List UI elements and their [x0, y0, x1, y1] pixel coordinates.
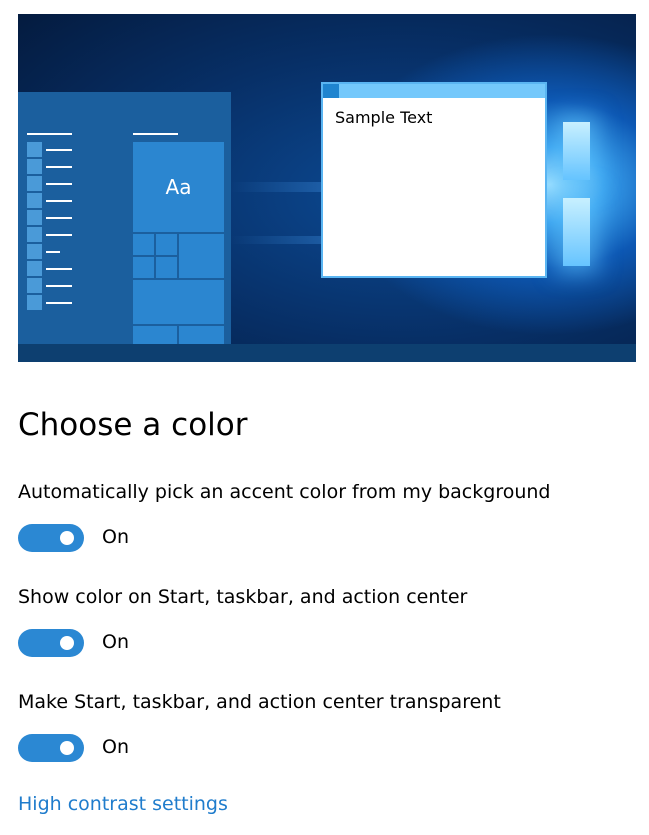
show-color-state: On: [102, 631, 129, 653]
sample-window-titlebar: [323, 84, 545, 98]
sample-text: Sample Text: [335, 108, 433, 127]
auto-accent-state: On: [102, 526, 129, 548]
windows-logo-icon: [563, 122, 590, 272]
transparency-state: On: [102, 736, 129, 758]
taskbar-preview: [18, 344, 636, 362]
transparency-toggle[interactable]: [18, 734, 84, 762]
show-color-label: Show color on Start, taskbar, and action…: [18, 586, 468, 608]
toggle-knob: [60, 636, 74, 650]
high-contrast-settings-link[interactable]: High contrast settings: [18, 793, 228, 815]
tile-label: Aa: [165, 175, 192, 199]
sample-window-preview: Sample Text: [321, 82, 547, 278]
toggle-knob: [60, 741, 74, 755]
auto-accent-toggle[interactable]: [18, 524, 84, 552]
medium-tile: [179, 234, 224, 278]
section-heading: Choose a color: [18, 407, 248, 443]
transparency-label: Make Start, taskbar, and action center t…: [18, 691, 501, 713]
start-menu-preview: Aa: [18, 92, 231, 344]
medium-tile: [133, 326, 177, 344]
small-tile: [156, 234, 177, 255]
color-preview: Aa Sample Text: [18, 14, 636, 362]
toggle-knob: [60, 531, 74, 545]
small-tile: [133, 234, 154, 255]
window-icon: [323, 84, 339, 98]
small-tile: [156, 257, 177, 278]
large-tile: Aa: [133, 142, 224, 232]
medium-tile: [179, 326, 224, 344]
wide-tile: [133, 280, 224, 324]
auto-accent-label: Automatically pick an accent color from …: [18, 481, 551, 503]
show-color-toggle[interactable]: [18, 629, 84, 657]
small-tile: [133, 257, 154, 278]
